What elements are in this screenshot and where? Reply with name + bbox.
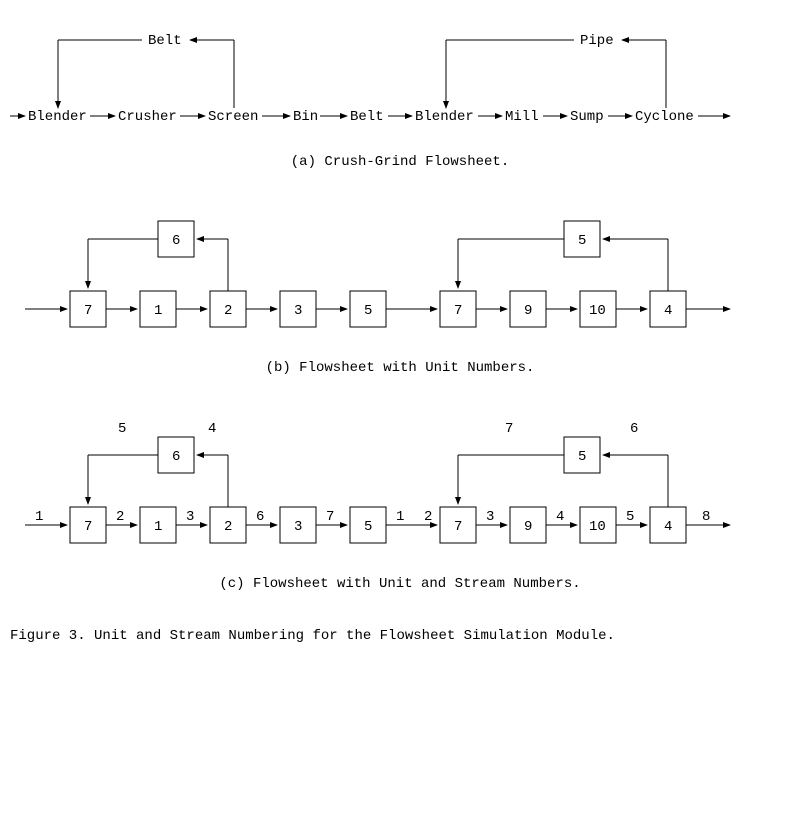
unit-box: 10 — [580, 507, 616, 543]
node-blender-1: Blender — [28, 109, 87, 125]
node-mill: Mill — [505, 109, 539, 125]
stream-label: 6 — [630, 421, 638, 437]
unit-box: 7 — [70, 507, 106, 543]
svg-text:7: 7 — [84, 303, 92, 319]
svg-text:9: 9 — [524, 303, 532, 319]
svg-text:10: 10 — [589, 519, 606, 535]
unit-box: 9 — [510, 507, 546, 543]
stream-label: 3 — [186, 509, 194, 525]
svg-text:1: 1 — [154, 303, 162, 319]
node-crusher: Crusher — [118, 109, 177, 125]
stream-label: 2 — [424, 509, 432, 525]
recycle-box-1: 6 — [158, 437, 194, 473]
node-blender-2: Blender — [415, 109, 474, 125]
unit-box: 3 — [280, 291, 316, 327]
svg-text:10: 10 — [589, 303, 606, 319]
unit-box: 1 — [140, 507, 176, 543]
recycle-belt-label: Belt — [148, 33, 182, 49]
recycle-box-2: 5 — [564, 437, 600, 473]
unit-box: 9 — [510, 291, 546, 327]
unit-box: 7 — [70, 291, 106, 327]
panel-b-caption: (b) Flowsheet with Unit Numbers. — [10, 360, 790, 376]
unit-box: 7 — [440, 507, 476, 543]
panel-a-caption: (a) Crush-Grind Flowsheet. — [10, 154, 790, 170]
svg-text:5: 5 — [578, 233, 586, 249]
stream-label: 5 — [626, 509, 634, 525]
unit-box: 1 — [140, 291, 176, 327]
stream-label: 7 — [505, 421, 513, 437]
svg-text:5: 5 — [364, 519, 372, 535]
unit-box: 2 — [210, 507, 246, 543]
svg-text:7: 7 — [454, 303, 462, 319]
unit-box: 4 — [650, 291, 686, 327]
stream-label: 2 — [116, 509, 124, 525]
svg-text:3: 3 — [294, 519, 302, 535]
stream-label: 3 — [486, 509, 494, 525]
node-screen: Screen — [208, 109, 258, 125]
unit-box: 5 — [350, 291, 386, 327]
node-sump: Sump — [570, 109, 604, 125]
panel-a-diagram: Blender Crusher Screen Bin Belt Blender … — [10, 20, 790, 140]
node-bin: Bin — [293, 109, 318, 125]
panel-c-diagram: 7 1 2 3 5 7 9 10 4 6 5 1 2 3 6 7 1 2 3 4… — [10, 412, 790, 562]
unit-box: 5 — [350, 507, 386, 543]
panel-c-caption: (c) Flowsheet with Unit and Stream Numbe… — [10, 576, 790, 592]
svg-text:7: 7 — [454, 519, 462, 535]
unit-box: 2 — [210, 291, 246, 327]
stream-label: 1 — [396, 509, 404, 525]
recycle-box-2: 5 — [564, 221, 600, 257]
svg-text:3: 3 — [294, 303, 302, 319]
stream-label: 8 — [702, 509, 710, 525]
node-belt: Belt — [350, 109, 384, 125]
stream-label: 4 — [556, 509, 564, 525]
stream-label: 7 — [326, 509, 334, 525]
recycle-box-1: 6 — [158, 221, 194, 257]
unit-box: 3 — [280, 507, 316, 543]
svg-text:6: 6 — [172, 233, 180, 249]
svg-text:2: 2 — [224, 519, 232, 535]
recycle-pipe-label: Pipe — [580, 33, 614, 49]
svg-text:4: 4 — [664, 303, 672, 319]
stream-label: 5 — [118, 421, 126, 437]
unit-box: 7 — [440, 291, 476, 327]
unit-box: 10 — [580, 291, 616, 327]
svg-text:2: 2 — [224, 303, 232, 319]
unit-box: 4 — [650, 507, 686, 543]
svg-text:7: 7 — [84, 519, 92, 535]
figure-caption: Figure 3. Unit and Stream Numbering for … — [10, 628, 790, 644]
svg-text:6: 6 — [172, 449, 180, 465]
stream-label: 6 — [256, 509, 264, 525]
svg-text:5: 5 — [578, 449, 586, 465]
stream-label: 1 — [35, 509, 43, 525]
panel-b-diagram: 7 1 2 3 5 7 9 10 4 6 5 — [10, 206, 790, 346]
stream-label: 4 — [208, 421, 216, 437]
svg-text:4: 4 — [664, 519, 672, 535]
svg-text:1: 1 — [154, 519, 162, 535]
svg-text:9: 9 — [524, 519, 532, 535]
svg-text:5: 5 — [364, 303, 372, 319]
node-cyclone: Cyclone — [635, 109, 694, 125]
